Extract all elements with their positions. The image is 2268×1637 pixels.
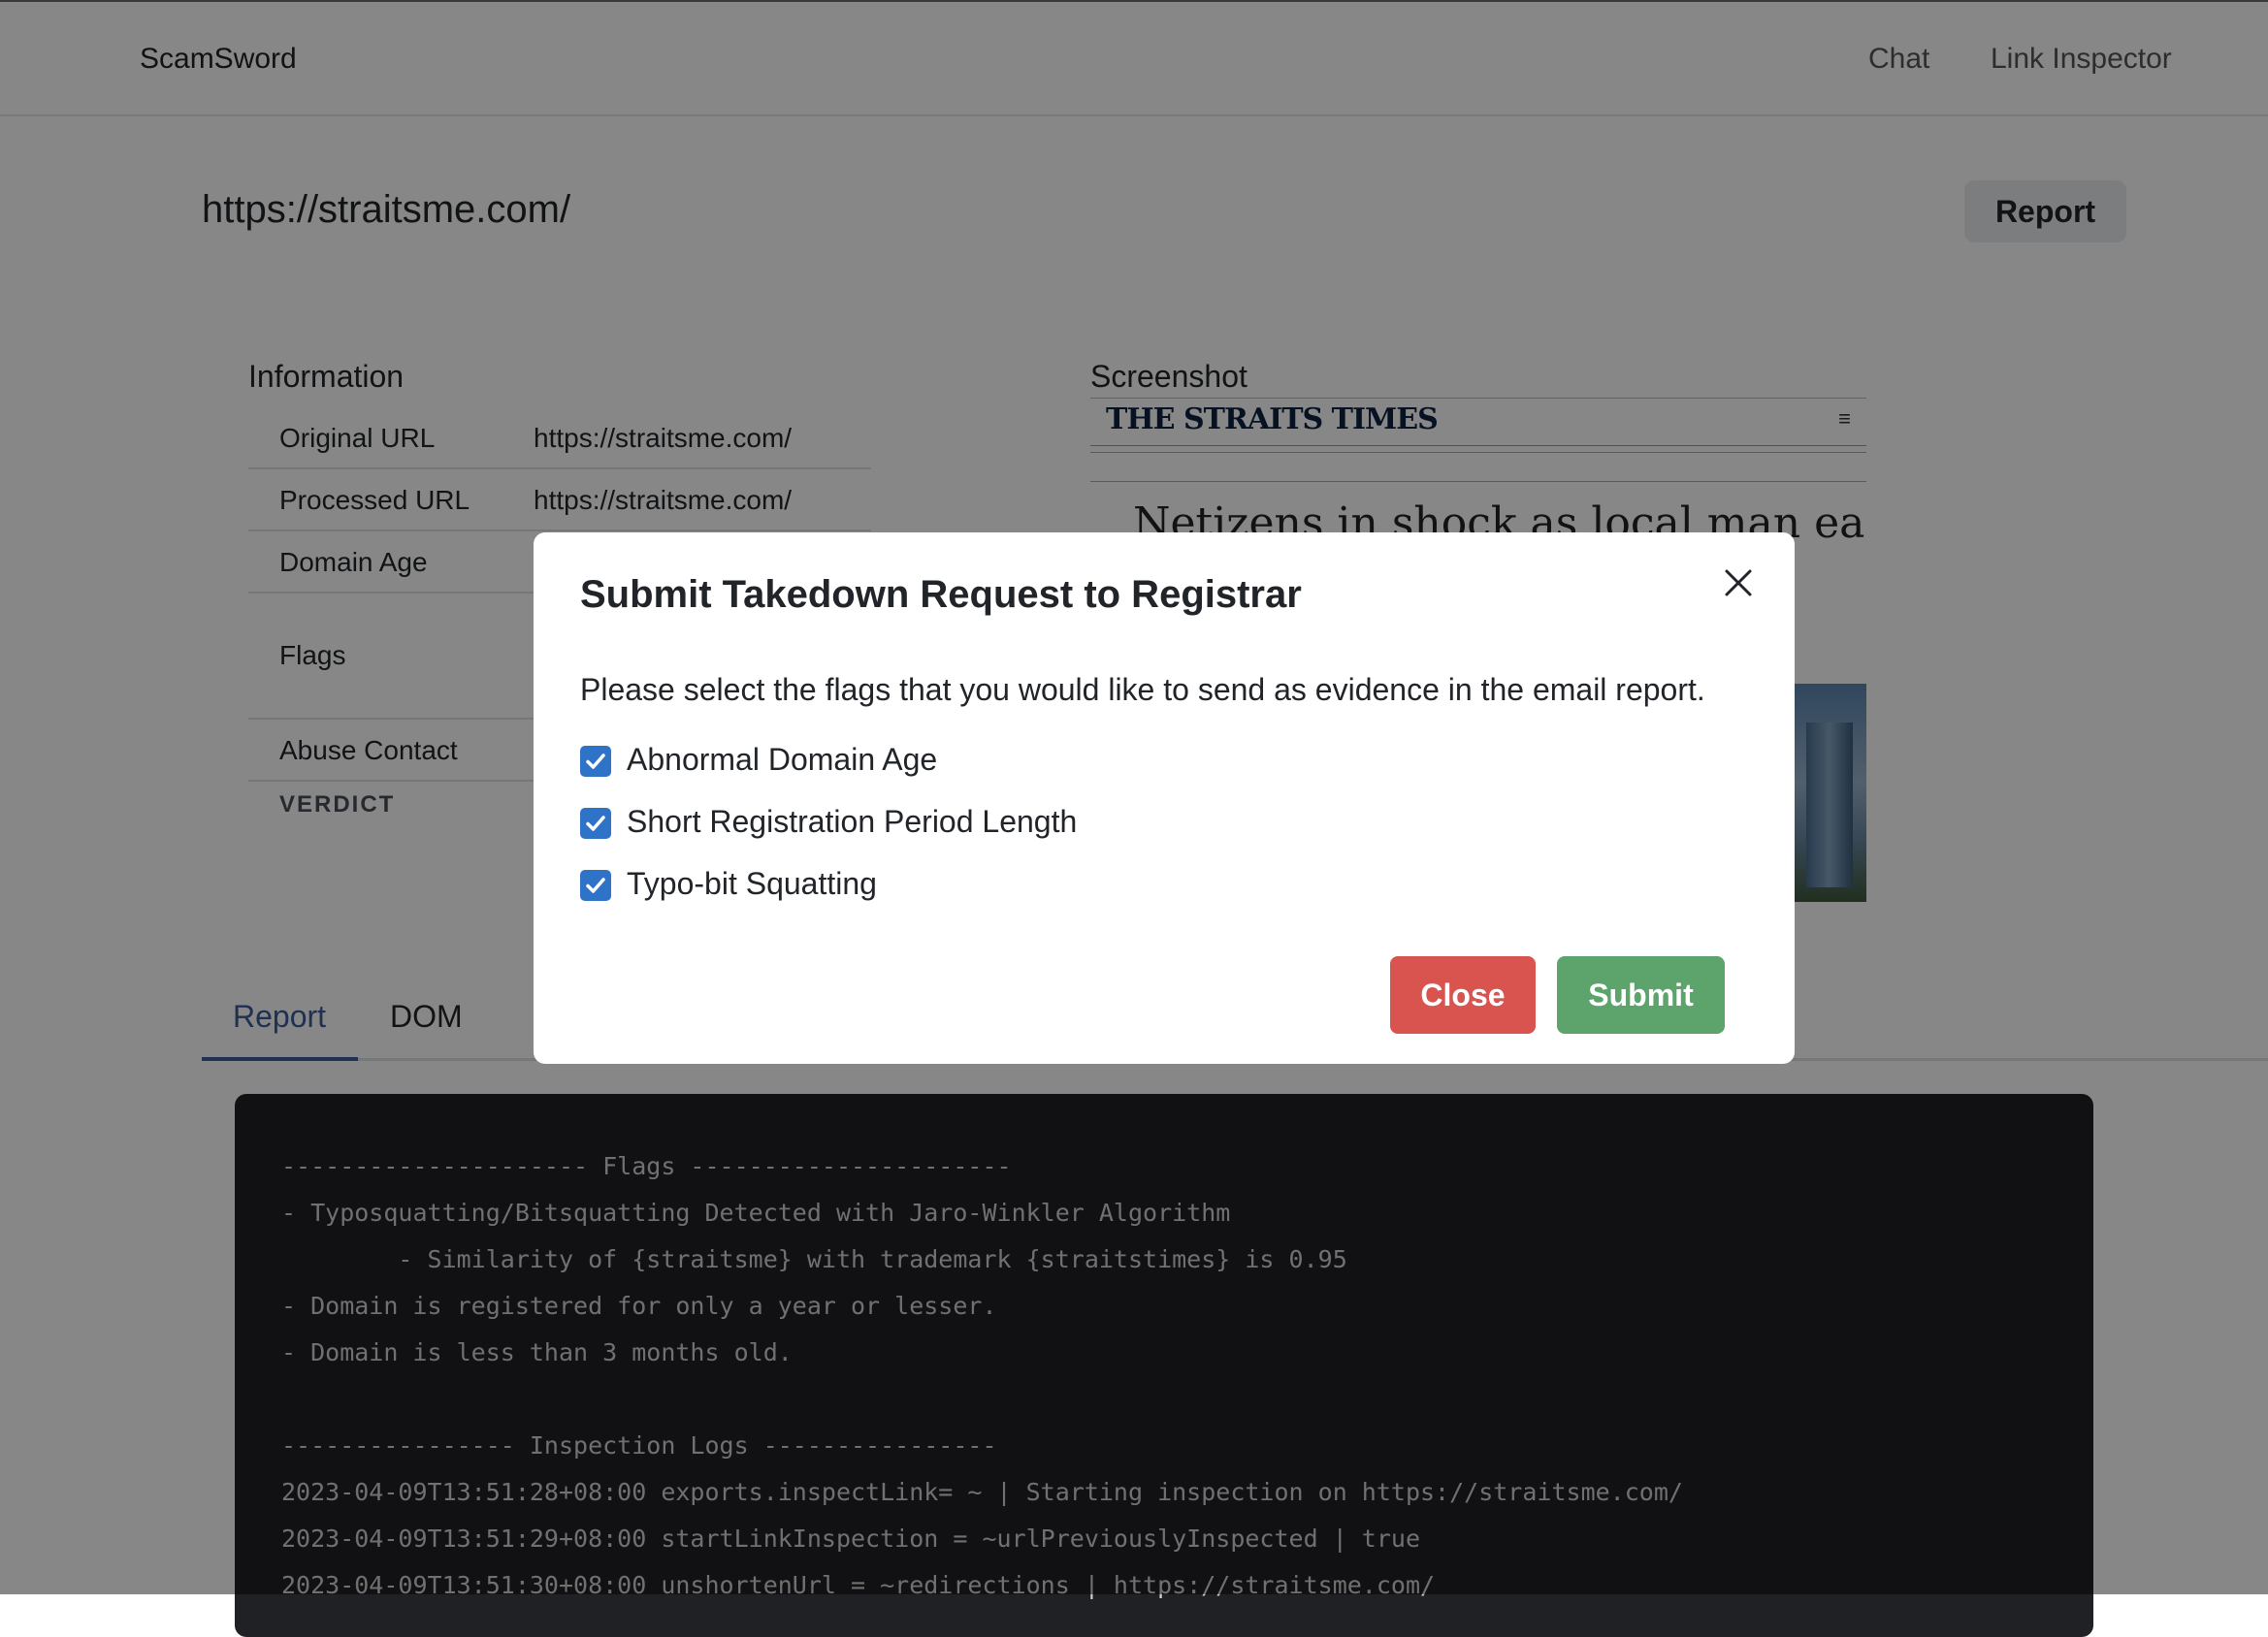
checkbox-checked[interactable] — [580, 746, 611, 777]
submit-button[interactable]: Submit — [1557, 956, 1725, 1034]
checkbox-checked[interactable] — [580, 808, 611, 839]
flag-label[interactable]: Typo-bit Squatting — [627, 866, 877, 902]
flag-label[interactable]: Short Registration Period Length — [627, 804, 1077, 840]
checkbox-checked[interactable] — [580, 870, 611, 901]
close-icon[interactable] — [1719, 563, 1758, 602]
modal-title: Submit Takedown Request to Registrar — [580, 573, 1302, 616]
flag-label[interactable]: Abnormal Domain Age — [627, 742, 937, 778]
close-button[interactable]: Close — [1390, 956, 1536, 1034]
takedown-modal: Submit Takedown Request to Registrar Ple… — [534, 532, 1795, 1064]
modal-description: Please select the flags that you would l… — [580, 672, 1705, 707]
